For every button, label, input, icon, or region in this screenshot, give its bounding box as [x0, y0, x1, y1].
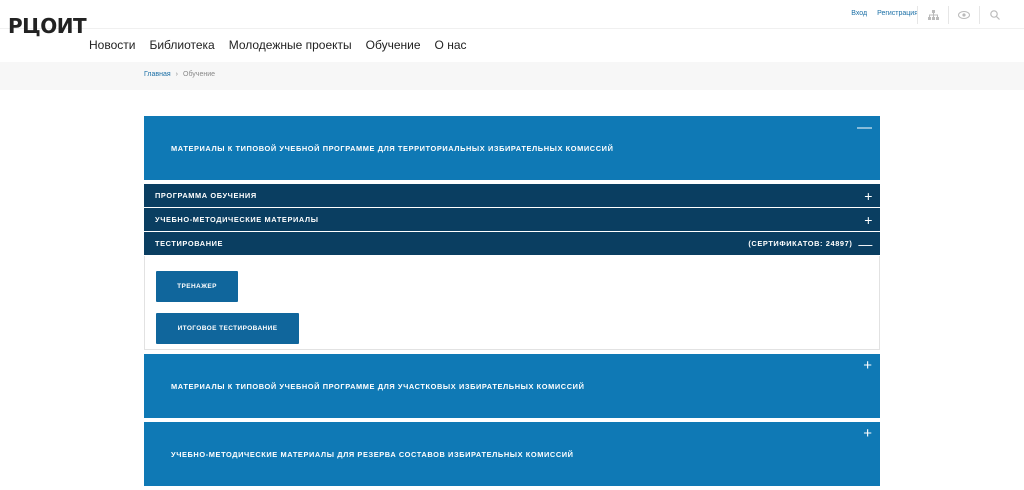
subsection-testing[interactable]: ТЕСТИРОВАНИЕ (СЕРТИФИКАТОВ: 24897) —	[144, 232, 880, 255]
section-territorial[interactable]: МАТЕРИАЛЫ К ТИПОВОЙ УЧЕБНОЙ ПРОГРАММЕ ДЛ…	[144, 116, 880, 180]
section-reserve[interactable]: УЧЕБНО-МЕТОДИЧЕСКИЕ МАТЕРИАЛЫ ДЛЯ РЕЗЕРВ…	[144, 422, 880, 486]
nav-about[interactable]: О нас	[435, 38, 467, 52]
eye-icon[interactable]	[948, 6, 979, 24]
main-nav: Новости Библиотека Молодежные проекты Об…	[89, 38, 467, 52]
collapse-icon[interactable]: —	[857, 119, 872, 136]
expand-icon[interactable]: +	[864, 212, 873, 228]
login-link[interactable]: Вход	[851, 10, 867, 17]
subsection-title: УЧЕБНО-МЕТОДИЧЕСКИЕ МАТЕРИАЛЫ	[155, 215, 319, 224]
subsection-title: ТЕСТИРОВАНИЕ	[155, 239, 224, 248]
section-title: МАТЕРИАЛЫ К ТИПОВОЙ УЧЕБНОЙ ПРОГРАММЕ ДЛ…	[171, 143, 614, 153]
expand-icon[interactable]: +	[863, 357, 872, 374]
sitemap-icon[interactable]	[917, 6, 948, 24]
trainer-button[interactable]: ТРЕНАЖЕР	[156, 271, 238, 302]
header-divider	[0, 28, 1024, 29]
header-icons	[917, 6, 1010, 24]
breadcrumb-home[interactable]: Главная	[144, 71, 171, 78]
subsection-title: ПРОГРАММА ОБУЧЕНИЯ	[155, 191, 257, 200]
nav-news[interactable]: Новости	[89, 38, 135, 52]
breadcrumb: Главная › Обучение	[0, 62, 1024, 90]
section-title: МАТЕРИАЛЫ К ТИПОВОЙ УЧЕБНОЙ ПРОГРАММЕ ДЛ…	[171, 381, 585, 391]
nav-library[interactable]: Библиотека	[149, 38, 214, 52]
section-precinct[interactable]: МАТЕРИАЛЫ К ТИПОВОЙ УЧЕБНОЙ ПРОГРАММЕ ДЛ…	[144, 354, 880, 418]
search-icon[interactable]	[979, 6, 1010, 24]
register-link[interactable]: Регистрация	[877, 10, 918, 17]
breadcrumb-current: Обучение	[183, 71, 216, 78]
nav-youth-projects[interactable]: Молодежные проекты	[229, 38, 352, 52]
subsection-materials[interactable]: УЧЕБНО-МЕТОДИЧЕСКИЕ МАТЕРИАЛЫ +	[144, 208, 880, 231]
header: РЦОИТ Новости Библиотека Молодежные прое…	[0, 0, 1024, 63]
subsection-program[interactable]: ПРОГРАММА ОБУЧЕНИЯ +	[144, 184, 880, 207]
nav-education[interactable]: Обучение	[366, 38, 421, 52]
expand-icon[interactable]: +	[864, 188, 873, 204]
site-logo[interactable]: РЦОИТ	[8, 14, 87, 38]
accordion: МАТЕРИАЛЫ К ТИПОВОЙ УЧЕБНОЙ ПРОГРАММЕ ДЛ…	[144, 116, 880, 490]
breadcrumb-separator: ›	[175, 71, 178, 78]
auth-links: Вход Регистрация	[851, 10, 918, 17]
section-title: УЧЕБНО-МЕТОДИЧЕСКИЕ МАТЕРИАЛЫ ДЛЯ РЕЗЕРВ…	[171, 449, 574, 459]
expand-icon[interactable]: +	[863, 425, 872, 442]
logo-text: РЦОИТ	[8, 14, 87, 38]
testing-panel: ТРЕНАЖЕР ИТОГОВОЕ ТЕСТИРОВАНИЕ	[144, 256, 880, 350]
certificates-count: (СЕРТИФИКАТОВ: 24897)	[748, 239, 853, 248]
collapse-icon[interactable]: —	[858, 236, 873, 252]
final-test-button[interactable]: ИТОГОВОЕ ТЕСТИРОВАНИЕ	[156, 313, 299, 344]
